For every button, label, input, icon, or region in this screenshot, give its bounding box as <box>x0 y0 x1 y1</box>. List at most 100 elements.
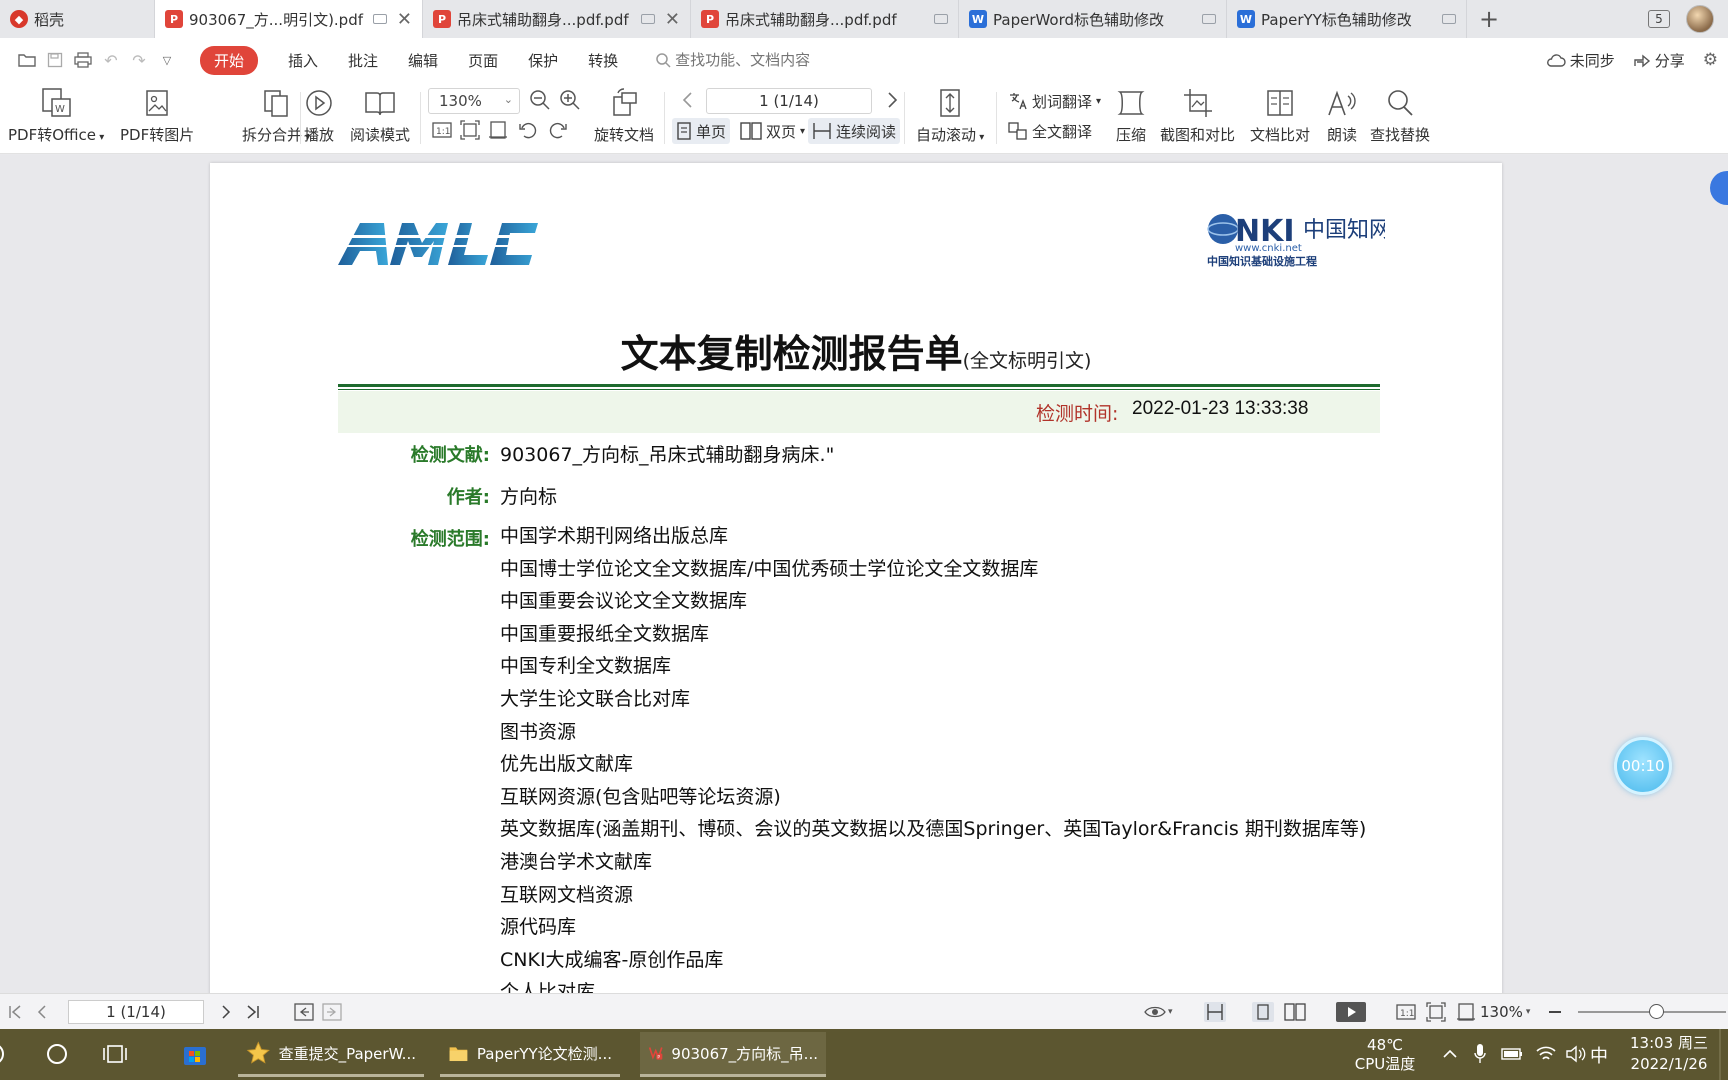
pdf-to-image-button[interactable]: PDF转图片 <box>120 86 194 145</box>
battery-icon[interactable] <box>1500 1037 1524 1071</box>
menu-annotate[interactable]: 批注 <box>348 50 378 71</box>
system-clock[interactable]: 13:03 周三 2022/1/26 <box>1630 1033 1708 1075</box>
monitor-icon[interactable] <box>1442 14 1456 24</box>
menu-edit[interactable]: 编辑 <box>408 50 438 71</box>
rotate-right-icon[interactable] <box>546 118 570 142</box>
tab-home[interactable]: ◆ 稻壳 <box>0 0 155 38</box>
svg-text:1:1: 1:1 <box>1400 1009 1414 1019</box>
read-mode-button[interactable]: 阅读模式 <box>350 86 410 145</box>
compress-button[interactable]: 压缩 <box>1114 86 1148 145</box>
play-slideshow-icon[interactable] <box>1336 1000 1366 1024</box>
double-page-view-icon[interactable] <box>1284 1000 1306 1024</box>
actual-size-icon[interactable]: 1:1 <box>430 118 454 142</box>
chevron-up-icon[interactable] <box>1440 1037 1460 1071</box>
side-panel-toggle[interactable] <box>1710 171 1728 205</box>
search-input[interactable] <box>675 51 896 69</box>
continuous-view-icon[interactable] <box>1204 1000 1226 1024</box>
store-icon[interactable] <box>178 1037 212 1071</box>
monitor-icon[interactable] <box>934 14 948 24</box>
tab-pdf-2[interactable]: P 吊床式辅助翻身...pdf.pdf ✕ <box>423 0 691 38</box>
share-button[interactable]: 分享 <box>1633 50 1685 71</box>
customize-dropdown-icon[interactable]: ▽ <box>154 47 180 73</box>
auto-scroll-button[interactable]: 自动滚动 ▾ <box>916 86 984 145</box>
microphone-icon[interactable] <box>1470 1037 1490 1071</box>
start-edge-icon[interactable] <box>0 1037 10 1071</box>
single-page-button[interactable]: 单页 <box>672 118 731 144</box>
double-page-button[interactable]: 双页 ▾ <box>736 118 809 144</box>
zoom-out-icon[interactable] <box>528 88 552 112</box>
find-replace-button[interactable]: 查找替换 <box>1370 86 1430 145</box>
rotate-document-button[interactable]: 旋转文档 <box>594 86 654 145</box>
fit-width-icon[interactable] <box>486 118 510 142</box>
print-icon[interactable] <box>70 47 96 73</box>
menu-home[interactable]: 开始 <box>200 45 259 75</box>
pdf-to-office-button[interactable]: W PDF转Office ▾ <box>8 86 104 145</box>
read-aloud-button[interactable]: 朗读 <box>1325 86 1359 145</box>
menu-insert[interactable]: 插入 <box>288 50 318 71</box>
taskbar-app-browser[interactable]: 查重提交_PaperW... <box>238 1032 424 1077</box>
sync-button[interactable]: 未同步 <box>1546 50 1615 71</box>
menu-protect[interactable]: 保护 <box>528 50 558 71</box>
monitor-icon[interactable] <box>640 14 655 24</box>
avatar[interactable] <box>1686 5 1714 33</box>
recording-timer[interactable]: 00:10 <box>1614 737 1672 795</box>
back-icon[interactable] <box>294 1000 314 1024</box>
undo-icon[interactable]: ↶ <box>98 47 124 73</box>
zoom-out-icon[interactable] <box>1548 1000 1562 1024</box>
tab-paperyy[interactable]: W PaperYY标色辅助修改 <box>1227 0 1467 38</box>
zoom-dropdown[interactable]: 130% ▾ <box>1456 1000 1530 1024</box>
zoom-in-icon[interactable] <box>558 88 582 112</box>
tab-paperword[interactable]: W PaperWord标色辅助修改 <box>959 0 1227 38</box>
next-page-icon[interactable] <box>880 88 904 112</box>
monitor-icon[interactable] <box>372 14 387 24</box>
zoom-slider-handle[interactable] <box>1648 1004 1664 1019</box>
menu-convert[interactable]: 转换 <box>588 50 618 71</box>
settings-gear-icon[interactable]: ⚙ <box>1703 50 1718 70</box>
status-page-input[interactable]: 1 (1/14) <box>68 1000 204 1024</box>
document-compare-button[interactable]: 文档比对 <box>1250 86 1310 145</box>
volume-icon[interactable] <box>1564 1037 1588 1071</box>
close-icon[interactable]: ✕ <box>665 9 680 30</box>
monitor-icon[interactable] <box>1202 14 1216 24</box>
open-folder-icon[interactable] <box>14 47 40 73</box>
rotate-left-icon[interactable] <box>516 118 540 142</box>
ime-indicator[interactable]: 中 <box>1590 1029 1608 1080</box>
word-translate-button[interactable]: 划词翻译 ▾ <box>1004 88 1105 114</box>
new-tab-button[interactable]: + <box>1467 0 1511 38</box>
cpu-temperature[interactable]: 48℃ CPU温度 <box>1348 1029 1422 1080</box>
zoom-select[interactable]: 130% ⌄ <box>428 88 520 114</box>
window-count-button[interactable]: 5 <box>1648 10 1670 28</box>
save-icon[interactable] <box>42 47 68 73</box>
close-icon[interactable]: ✕ <box>397 9 412 30</box>
previous-page-icon[interactable] <box>676 88 700 112</box>
screenshot-compare-button[interactable]: 截图和对比 <box>1160 86 1235 145</box>
fit-page-icon[interactable] <box>1426 1000 1446 1024</box>
play-button[interactable]: 播放 <box>302 86 336 145</box>
first-page-icon[interactable] <box>8 1000 22 1024</box>
menu-page[interactable]: 页面 <box>468 50 498 71</box>
eye-protection-icon[interactable]: ▾ <box>1144 1000 1173 1024</box>
redo-icon[interactable]: ↷ <box>126 47 152 73</box>
page-number-input[interactable]: 1 (1/14) <box>706 88 872 114</box>
compress-icon <box>1114 86 1148 120</box>
single-page-view-icon[interactable] <box>1252 1000 1274 1024</box>
previous-page-icon[interactable] <box>36 1000 48 1024</box>
forward-icon[interactable] <box>322 1000 342 1024</box>
fit-page-icon[interactable] <box>458 118 482 142</box>
document-viewport[interactable]: NKI 中国知网 www.cnki.net 中国知识基础设施工程 文本复制检测报… <box>0 155 1728 993</box>
next-page-icon[interactable] <box>220 1000 232 1024</box>
taskbar-app-pdf[interactable]: P 903067_方向标_吊... <box>640 1032 826 1077</box>
tab-pdf-3[interactable]: P 吊床式辅助翻身...pdf.pdf <box>691 0 959 38</box>
continuous-reading-button[interactable]: 连续阅读 <box>808 118 901 144</box>
tab-label: 吊床式辅助翻身...pdf.pdf <box>725 10 897 29</box>
cortana-icon[interactable] <box>40 1037 74 1071</box>
last-page-icon[interactable] <box>246 1000 260 1024</box>
status-bar: 1 (1/14) ▾ 1:1 130% ▾ <box>0 993 1728 1029</box>
actual-size-icon[interactable]: 1:1 <box>1396 1000 1416 1024</box>
task-view-icon[interactable] <box>98 1037 132 1071</box>
wifi-icon[interactable] <box>1534 1037 1558 1071</box>
full-translate-button[interactable]: 全文翻译 <box>1004 118 1096 144</box>
tab-report-pdf[interactable]: P 903067_方...明引文).pdf ✕ <box>155 0 423 38</box>
show-desktop-button[interactable] <box>1714 1029 1726 1080</box>
taskbar-app-folder[interactable]: PaperYY论文检测... <box>440 1032 620 1077</box>
